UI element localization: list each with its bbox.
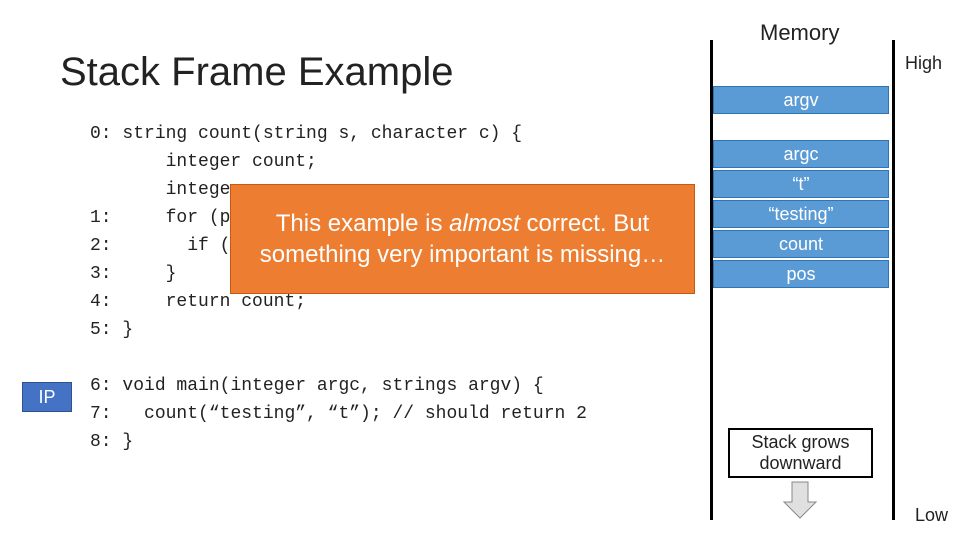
slide-title: Stack Frame Example [60,50,453,95]
stack-growth-label: Stack grows downward [728,428,873,478]
code-0a: integer count; [122,152,316,172]
ln-0: 0: [90,124,112,144]
ln-1: 1: [90,208,112,228]
code-7: count(“testing”, “t”); // should return … [122,404,586,424]
high-label: High [905,53,942,74]
ln-2: 2: [90,236,112,256]
code-5: } [122,320,133,340]
stack-cell-argv: argv [713,86,889,114]
ln-4: 4: [90,292,112,312]
code-4: return count; [122,292,306,312]
ip-indicator: IP [22,382,72,412]
stack-cell-argc: argc [713,140,889,168]
memory-border-right [892,40,895,520]
callout-box: This example is almost correct. But some… [230,184,695,294]
ln-3: 3: [90,264,112,284]
ln-5: 5: [90,320,112,340]
stack-cell-pos: pos [713,260,889,288]
stack-cell-count: count [713,230,889,258]
stack-cell-testing: “testing” [713,200,889,228]
ln-8: 8: [90,432,112,452]
code-0: string count(string s, character c) { [122,124,522,144]
ln-7: 7: [90,404,112,424]
code-3: } [122,264,176,284]
ln-6: 6: [90,376,112,396]
stack-cell-t: “t” [713,170,889,198]
low-label: Low [915,505,948,526]
arrow-down-icon [780,480,820,520]
code-6: void main(integer argc, strings argv) { [122,376,543,396]
callout-text: This example is almost correct. But some… [251,208,674,270]
code-8: } [122,432,133,452]
